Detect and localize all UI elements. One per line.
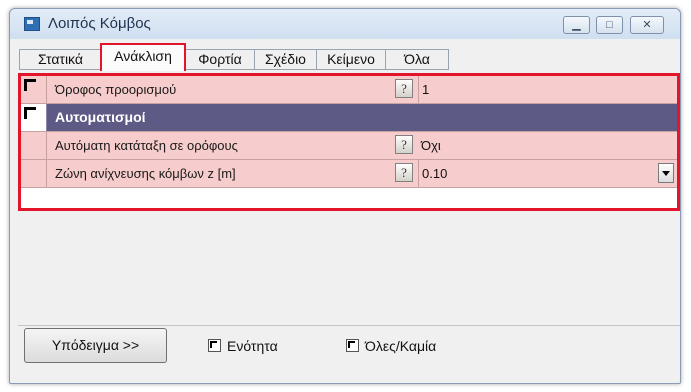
unit-checkbox-label: Ενότητα [227,338,278,354]
app-window-icon [24,17,40,31]
maximize-icon: □ [606,19,613,31]
footer-divider [18,325,680,326]
tab-schedio[interactable]: Σχέδιο [254,49,317,69]
property-label: Αυτόματη κατάταξη σε ορόφους [55,138,238,153]
property-value-field[interactable]: Όχι [418,132,677,159]
minimize-button[interactable]: ▁ [563,16,590,34]
template-button[interactable]: Υπόδειγμα >> [24,328,167,363]
window-title: Λοιπός Κόμβος [48,15,151,32]
help-button[interactable]: ? [395,163,413,182]
row-checkbox[interactable] [21,76,47,103]
dropdown-value: 0.10 [422,166,448,181]
property-row[interactable]: Αυτόματη κατάταξη σε ορόφους ? Όχι [21,132,677,160]
chevron-down-icon[interactable] [658,163,674,183]
tab-anaklisi[interactable]: Ανάκλιση [100,43,186,71]
help-button[interactable]: ? [395,135,413,154]
property-grid: Όροφος προορισμού ? 1 Αυτοματισμοί Αυτόμ… [18,73,680,211]
property-row[interactable]: Όροφος προορισμού ? 1 [21,76,677,104]
tab-statika[interactable]: Στατικά [19,49,102,69]
empty-panel-area [18,214,680,325]
check-icon [24,107,36,119]
tab-strip-divider [19,69,449,70]
check-icon [24,79,36,91]
group-checkbox[interactable] [21,104,47,131]
property-value-dropdown[interactable]: 0.10 [418,160,677,187]
property-group-row[interactable]: Αυτοματισμοί [21,104,677,132]
all-none-checkbox-label: Όλες/Καμία [365,338,437,354]
minimize-icon: ▁ [572,19,581,31]
property-row[interactable]: Ζώνη ανίχνευσης κόμβων z [m] ? 0.10 [21,160,677,188]
checkbox-icon [208,339,221,352]
property-value-field[interactable]: 1 [418,76,677,103]
tab-fortia[interactable]: Φορτία [185,49,255,69]
close-icon: ✕ [642,19,652,31]
tab-ola[interactable]: Όλα [385,49,449,69]
tab-bar: Στατικά Ανάκλιση Φορτία Σχέδιο Κείμενο Ό… [19,43,680,71]
property-label: Ζώνη ανίχνευσης κόμβων z [m] [55,166,236,181]
row-indent-cell [21,160,47,187]
group-label: Αυτοματισμοί [55,109,146,125]
help-button[interactable]: ? [395,79,413,98]
property-label: Όροφος προορισμού [55,82,177,97]
row-indent-cell [21,132,47,159]
close-button[interactable]: ✕ [630,16,664,34]
maximize-button[interactable]: □ [596,16,623,34]
title-bar[interactable]: Λοιπός Κόμβος ▁ □ ✕ [10,9,680,39]
checkbox-icon [346,339,359,352]
tab-keimeno[interactable]: Κείμενο [316,49,386,69]
